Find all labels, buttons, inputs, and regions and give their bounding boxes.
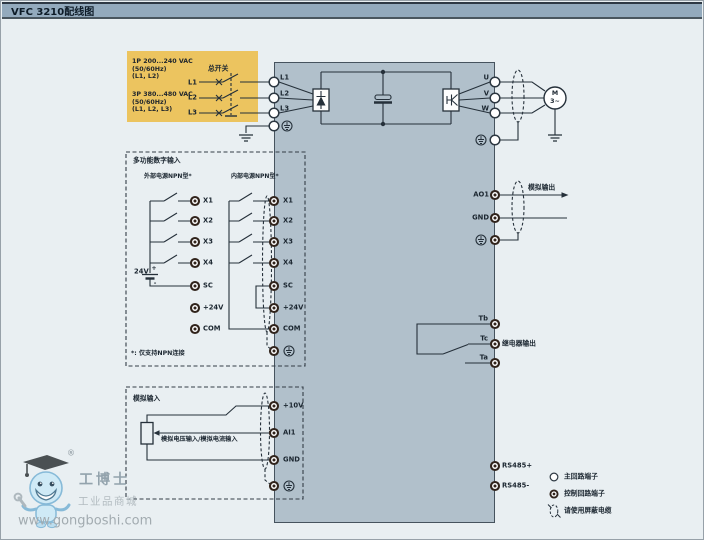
ext-terminal-label-sc: SC (203, 283, 213, 290)
spec1-line2: (50/60Hz) (132, 66, 193, 74)
int-terminal-label-x4: X4 (283, 260, 293, 267)
motor-label-m: M (552, 91, 558, 97)
ext-terminal-label-x3: X3 (203, 239, 213, 246)
analog-section-title: 模拟输入 (133, 396, 160, 403)
watermark-brand: 工博士 (79, 469, 130, 489)
digital-external-wiring (142, 193, 190, 286)
spec2-line1: 3P 380...480 VAC (132, 91, 193, 99)
spec2-line2: (50/60Hz) (132, 99, 193, 107)
legend-icons (548, 473, 561, 517)
internal-npn-label: 内部电源NPN型* (231, 174, 279, 180)
wiper-arrowhead (154, 430, 160, 435)
digital-internal-wiring (229, 193, 272, 350)
int-terminal-label-x3: X3 (283, 239, 293, 246)
terminal-label-ao1: AO1 (473, 192, 489, 199)
terminal-label-gnd-in: GND (283, 457, 300, 464)
main-switch-label: 总开关 (208, 66, 228, 73)
battery-plus-label: + (151, 266, 156, 272)
terminal-label-ta: Ta (480, 355, 488, 362)
battery-voltage-label: 24V (134, 269, 149, 276)
int-terminal-label-sc: SC (283, 283, 293, 290)
potentiometer-symbol (141, 423, 153, 445)
watermark-registered-mark: ® (67, 449, 75, 458)
terminal-label-l1: L1 (280, 75, 289, 82)
analog-signal-label: 模拟电压输入/模拟电流输入 (161, 437, 238, 443)
terminal-label-rs485m: RS485- (502, 483, 529, 490)
digital-input-dashed-box (126, 152, 305, 366)
terminal-label-tb: Tb (478, 316, 488, 323)
terminal-label-u: U (483, 75, 489, 82)
legend-control-terminal: 控制回路端子 (564, 491, 605, 498)
ext-terminal-label-x2: X2 (203, 218, 213, 225)
ext-terminal-label-x1: X1 (203, 198, 213, 205)
terminals-main (269, 77, 500, 145)
breaker-label-l2: L2 (188, 95, 197, 102)
legend-shield-cable: 请使用屏蔽电缆 (564, 508, 612, 515)
ext-terminal-label-x4: X4 (203, 260, 213, 267)
shield-ellipse-analog (261, 393, 270, 469)
pe-icons (282, 121, 486, 491)
inverter-symbol (443, 89, 459, 111)
external-npn-label: 外部电源NPN型* (144, 174, 192, 180)
ext-terminal-label-24v: +24V (203, 305, 223, 312)
int-terminal-label-x1: X1 (283, 198, 293, 205)
breaker-symbol (199, 73, 269, 116)
ext-terminal-label-com: COM (203, 326, 221, 333)
shield-cable-icon (548, 505, 561, 518)
terminals-control (191, 191, 499, 490)
wiring-diagram-page: VFC 3210配线图 (0, 0, 704, 540)
power-spec-1p: 1P 200...240 VAC (50/60Hz) (L1, L2) (132, 58, 193, 81)
watermark-subtitle: 工业品商城 (78, 494, 138, 509)
shield-ellipse-ao (512, 181, 524, 233)
terminal-label-ai1: AI1 (283, 430, 296, 437)
breaker-label-l3: L3 (188, 110, 197, 117)
terminal-label-v: V (484, 91, 489, 98)
terminal-label-rs485p: RS485+ (502, 463, 532, 470)
watermark-url: www.gongboshi.com (18, 514, 152, 529)
legend-main-terminal: 主回路端子 (564, 474, 598, 481)
analog-output-label: 模拟输出 (528, 185, 555, 192)
npn-note: *: 仅支持NPN连接 (131, 351, 185, 357)
terminal-label-w: W (482, 106, 490, 113)
spec1-line1: 1P 200...240 VAC (132, 58, 193, 66)
int-terminal-label-24v: +24V (283, 305, 303, 312)
spec1-line3: (L1, L2) (132, 73, 193, 81)
terminal-label-l2: L2 (280, 91, 289, 98)
terminal-label-10v: +10V (283, 403, 303, 410)
int-terminal-label-x2: X2 (283, 218, 293, 225)
power-spec-3p: 3P 380...480 VAC (50/60Hz) (L1, L2, L3) (132, 91, 193, 114)
breaker-label-l1: L1 (188, 80, 197, 87)
terminal-label-tc: Tc (480, 336, 488, 343)
ao-arrowhead (562, 192, 569, 198)
terminal-label-l3: L3 (280, 106, 289, 113)
dc-capacitor (374, 70, 392, 126)
wiring-svg (1, 1, 704, 540)
spec2-line3: (L1, L2, L3) (132, 106, 193, 114)
int-terminal-label-com: COM (283, 326, 301, 333)
shield-ellipse-motor (512, 70, 524, 122)
rectifier-symbol (313, 89, 329, 111)
motor-label-phase: 3~ (550, 99, 560, 105)
terminal-label-gnd-out: GND (472, 215, 489, 222)
relay-output-label: 继电器输出 (502, 341, 536, 348)
battery-minus-label: - (154, 281, 157, 287)
digital-section-title: 多功能数字输入 (133, 158, 181, 165)
